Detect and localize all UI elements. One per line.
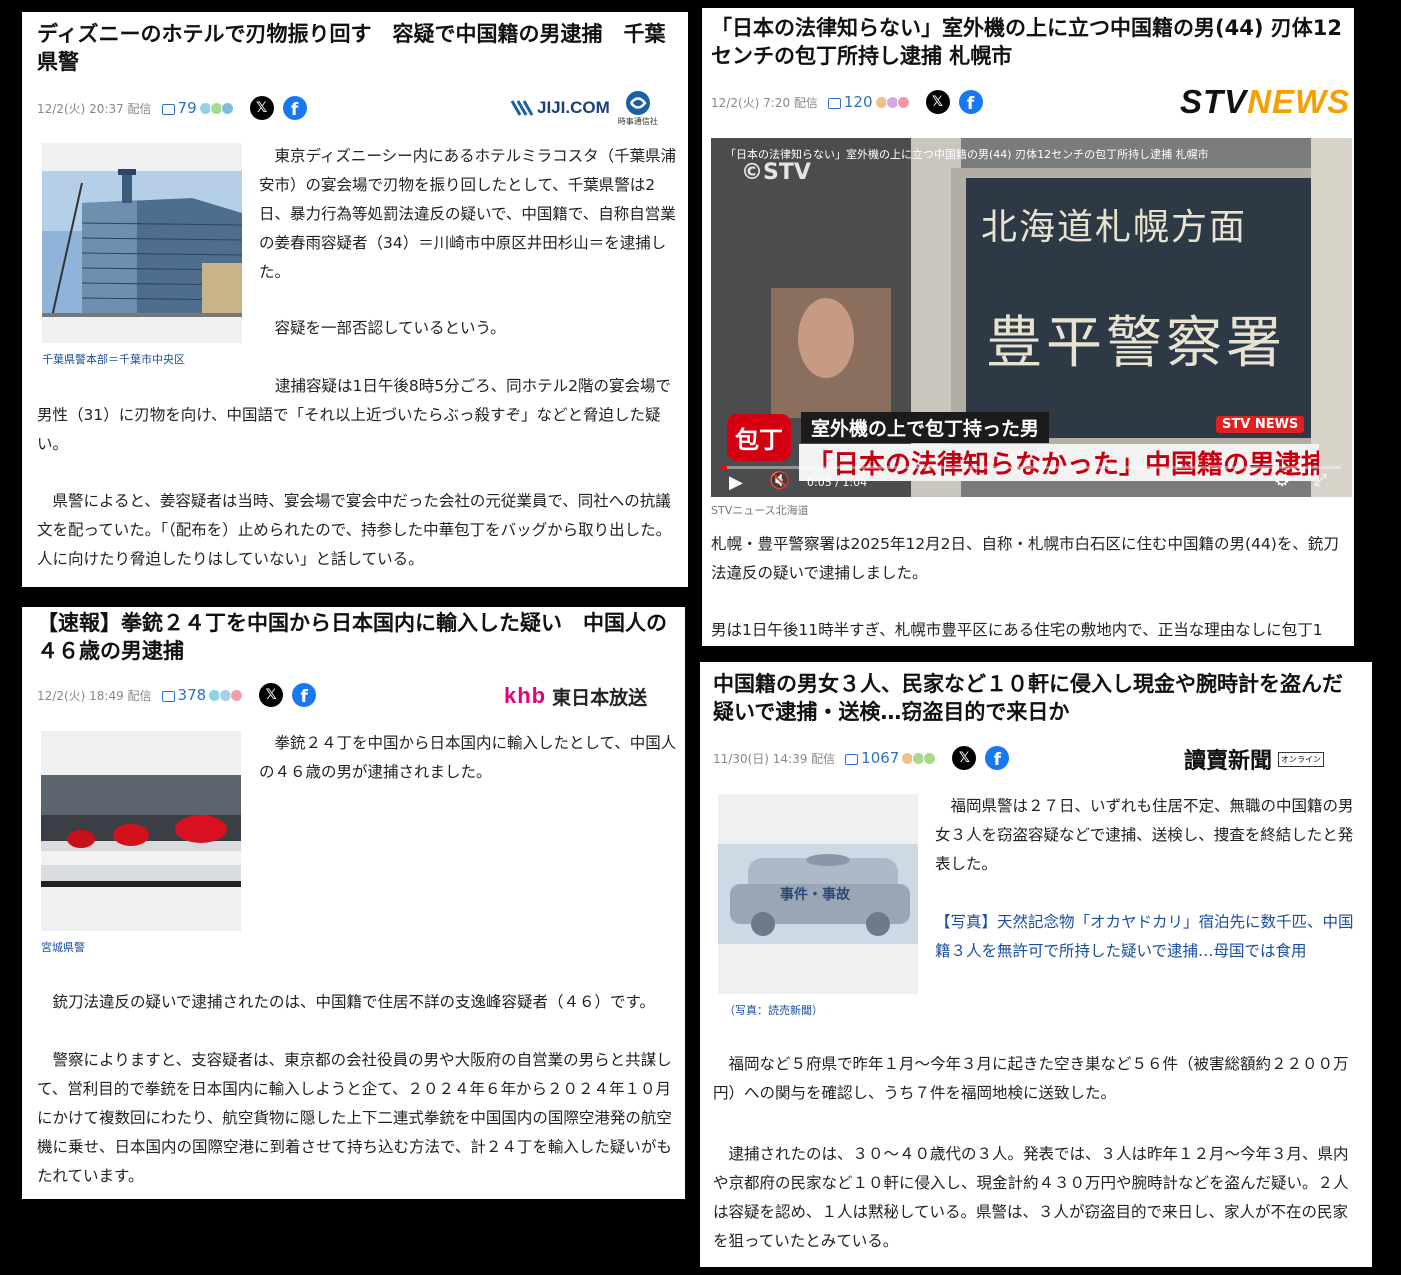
photo-caption: 宮城県警 (41, 941, 85, 954)
comment-count[interactable]: 1067 (845, 749, 899, 767)
play-icon[interactable]: ▶ (729, 472, 743, 493)
police-car-image (41, 775, 241, 887)
video-subtitle-1: 室外機の上で包丁持った男 (801, 412, 1050, 443)
article-title[interactable]: 【速報】拳銃２４丁を中国から日本国内に輸入した疑い 中国人の４６歳の男逮捕 (37, 609, 677, 665)
police-car-photo[interactable] (41, 731, 241, 931)
article-paragraph: 逮捕されたのは、３０～４０歳代の３人。発表では、３人は昨年１２月～今年３月、県内… (713, 1145, 1349, 1250)
video-watermark: ©STV (741, 160, 811, 185)
facebook-share-icon[interactable]: f (958, 90, 983, 114)
police-sign-line1: 北海道札幌方面 (981, 207, 1248, 248)
article-title[interactable]: ディズニーのホテルで刃物振り回す 容疑で中国籍の男逮捕 千葉県警 (37, 20, 677, 76)
publish-date: 12/2(火) 18:49 配信 (37, 688, 152, 703)
video-subtitle-2: 「日本の法律知らなかった」中国籍の男逮捕 (799, 444, 1319, 481)
comment-bubble-icon (161, 690, 175, 702)
publish-date: 12/2(火) 20:37 配信 (37, 101, 152, 116)
article-paragraph: 福岡県警は２７日、いずれも住居不定、無職の中国籍の男女３人を窃盗容疑などで逮捕、… (935, 797, 1354, 873)
comment-count[interactable]: 378 (161, 686, 206, 704)
article-paragraph: 東京ディズニーシー内にあるホテルミラコスタ（千葉県浦安市）の宴会場で刃物を振り回… (259, 147, 677, 281)
reaction-icons (901, 751, 937, 765)
facebook-share-icon[interactable]: f (292, 683, 317, 707)
comment-bubble-icon (827, 97, 841, 109)
article-title[interactable]: 「日本の法律知らない」室外機の上に立つ中国籍の男(44) 刃体12センチの包丁所… (711, 14, 1351, 70)
police-sign-line2: 豊平警察署 (986, 311, 1286, 376)
article-paragraph: 福岡など５府県で昨年１月～今年３月に起きた空き巣など５６件（被害総額約２２００万… (713, 1055, 1349, 1102)
article-meta: 12/2(火) 7:20 配信 120 𝕏 f (711, 90, 983, 114)
settings-icon[interactable]: ⚙ (1274, 470, 1290, 491)
video-player[interactable]: 「日本の法律知らない」室外機の上に立つ中国籍の男(44) 刃体12センチの包丁所… (711, 138, 1352, 497)
article-paragraph: 拳銃２４丁を中国から日本国内に輸入したとして、中国人の４６歳の男が逮捕されました… (259, 734, 677, 781)
article-card-khb: 【速報】拳銃２４丁を中国から日本国内に輸入した疑い 中国人の４６歳の男逮捕 12… (22, 607, 685, 1199)
stv-news-logo[interactable]: STVNEWS (1180, 80, 1352, 124)
related-photo-link[interactable]: 【写真】天然記念物「オカヤドカリ」宿泊先に数千匹、中国籍３人を無許可で所持した疑… (935, 908, 1355, 966)
incident-photo[interactable]: 事件・事故 (718, 794, 918, 994)
jiji-mark-icon (510, 100, 534, 116)
article-paragraph: 県警によると、姜容疑者は当時、宴会場で宴会中だった会社の元従業員で、同社への抗議… (37, 492, 672, 568)
video-badge: STV NEWS (1216, 416, 1305, 433)
article-paragraph: 銃刀法違反の疑いで逮捕されたのは、中国籍で住居不詳の支逸峰容疑者（４６）です。 (52, 993, 656, 1011)
x-share-icon[interactable]: 𝕏 (925, 90, 950, 114)
video-credit: STVニュース北海道 (711, 504, 809, 517)
facebook-share-icon[interactable]: f (282, 96, 307, 120)
x-share-icon[interactable]: 𝕏 (952, 746, 977, 770)
article-paragraph: 札幌・豊平警察署は2025年12月2日、自称・札幌市白石区に住む中国籍の男(44… (711, 535, 1339, 582)
image-label: 事件・事故 (780, 887, 850, 903)
facebook-share-icon[interactable]: f (985, 746, 1010, 770)
article-paragraph: 男は1日午後11時半すぎ、札幌市豊平区にある住宅の敷地内で、正当な理由なしに包丁… (711, 621, 1323, 639)
reaction-icons (198, 101, 234, 115)
comment-count[interactable]: 79 (161, 99, 197, 117)
comment-count[interactable]: 120 (827, 93, 873, 111)
article-paragraph: 警察によりますと、支容疑者は、東京都の会社役員の男や大阪府の自営業の男らと共謀し… (37, 1051, 672, 1185)
building-image (42, 169, 242, 318)
mute-icon[interactable]: 🔇 (769, 471, 790, 491)
fullscreen-icon[interactable]: ⤢ (1314, 470, 1327, 490)
x-share-icon[interactable]: 𝕏 (249, 96, 274, 120)
article-title[interactable]: 中国籍の男女３人、民家など１０軒に侵入し現金や腕時計を盗んだ疑いで逮捕・送検…窃… (713, 670, 1363, 726)
publish-date: 12/2(火) 7:20 配信 (711, 95, 818, 110)
article-paragraph: 逮捕容疑は1日午後8時5分ごろ、同ホテル2階の宴会場で男性（31）に刃物を向け、… (37, 377, 671, 453)
x-share-icon[interactable]: 𝕏 (259, 683, 284, 707)
police-hq-photo[interactable] (42, 143, 242, 343)
reaction-icons (874, 95, 910, 109)
article-card-jiji: ディズニーのホテルで刃物振り回す 容疑で中国籍の男逮捕 千葉県警 12/2(火)… (22, 12, 688, 587)
jiji-logo[interactable]: JIJI.COM 時事通信社 (510, 86, 680, 130)
photo-caption: （写真：読売新聞） (724, 1004, 823, 1017)
video-tag: 包丁 (727, 414, 791, 461)
article-paragraph: 容疑を一部否認しているという。 (274, 319, 506, 337)
jiji-emblem-icon (625, 90, 650, 115)
reaction-icons (208, 688, 244, 702)
video-time: 0:05 / 1:04 (807, 476, 868, 489)
khb-logo[interactable]: khb 東日本放送 (504, 681, 684, 711)
article-card-yomiuri: 中国籍の男女３人、民家など１０軒に侵入し現金や腕時計を盗んだ疑いで逮捕・送検…窃… (700, 662, 1372, 1267)
article-card-stv: 「日本の法律知らない」室外機の上に立つ中国籍の男(44) 刃体12センチの包丁所… (702, 8, 1354, 646)
publish-date: 11/30(日) 14:39 配信 (713, 751, 836, 766)
article-meta: 12/2(火) 18:49 配信 378 𝕏 f (37, 683, 317, 707)
article-meta: 12/2(火) 20:37 配信 79 𝕏 f (37, 96, 307, 120)
video-progress-bar[interactable] (721, 466, 1341, 469)
article-meta: 11/30(日) 14:39 配信 1067 𝕏 f (713, 746, 1010, 770)
comment-bubble-icon (845, 753, 859, 765)
comment-bubble-icon (161, 103, 175, 115)
photo-caption: 千葉県警本部＝千葉市中央区 (42, 353, 185, 366)
yomiuri-logo[interactable]: 讀賣新聞 オンライン (1184, 742, 1364, 776)
